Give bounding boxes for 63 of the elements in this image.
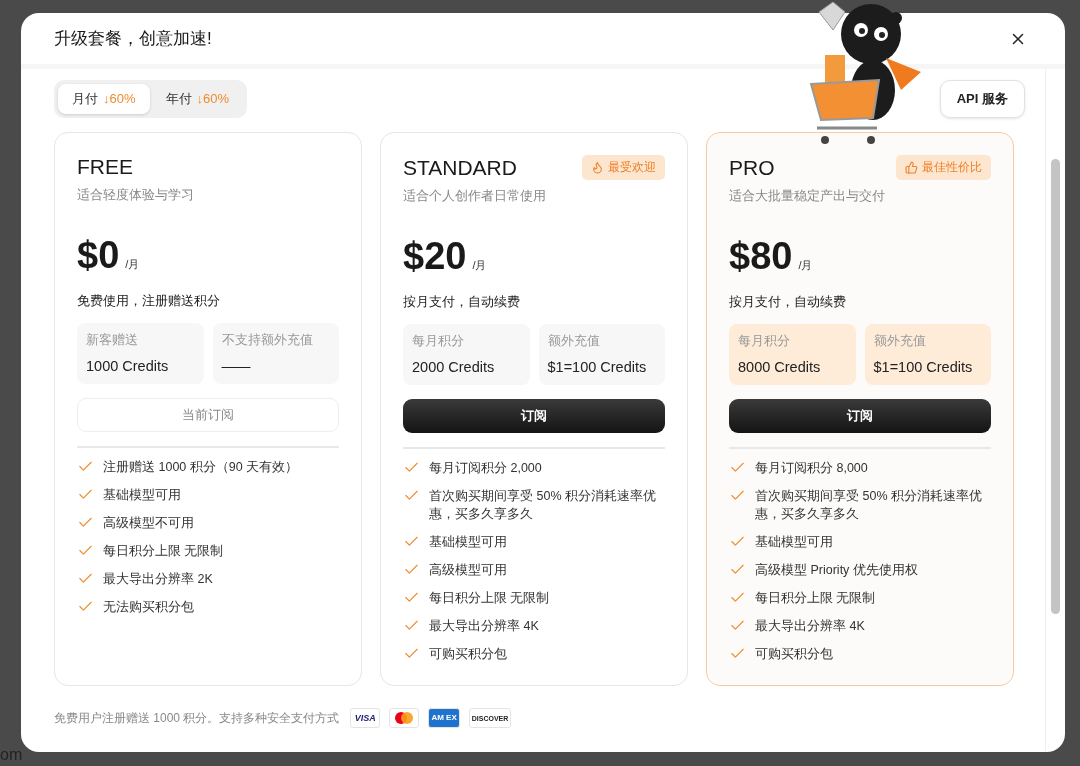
plan-subtitle: 适合个人创作者日常使用	[403, 188, 547, 205]
feature-text: 最大导出分辨率 4K	[429, 618, 539, 635]
subscribe-button[interactable]: 订阅	[403, 399, 665, 433]
stat-label: 不支持额外充值	[221, 332, 314, 349]
footer-text: 免费用户注册赠送 1000 积分。支持多种安全支付方式	[54, 709, 340, 727]
stat-value: ——	[221, 358, 252, 374]
billing-note: 免费使用，注册赠送积分	[77, 293, 221, 310]
price-period: /月	[125, 257, 140, 272]
price-period: /月	[798, 258, 813, 273]
plan-price: $20	[403, 235, 467, 278]
feature-text: 最大导出分辨率 4K	[755, 618, 865, 635]
stat-value: 1000 Credits	[86, 358, 170, 374]
feature-text: 可购买积分包	[429, 646, 507, 663]
stat-value: 8000 Credits	[738, 359, 822, 375]
feature-text: 每月订阅积分 2,000	[429, 460, 542, 477]
billing-tab[interactable]: 月付 ↓60%	[58, 84, 150, 114]
subscribe-button[interactable]: 订阅	[729, 399, 991, 433]
badge-label: 最受欢迎	[608, 159, 656, 176]
stat-label: 每月积分	[738, 333, 791, 350]
visa-logo: VISA	[350, 708, 381, 728]
thumbs-up-icon	[905, 161, 918, 174]
feature-text: 基础模型可用	[429, 534, 507, 551]
stat-value: $1=100 Credits	[873, 359, 974, 375]
amex-logo: AM EX	[428, 708, 460, 728]
billing-note: 按月支付，自动续费	[729, 294, 847, 311]
stat-label: 额外充值	[547, 333, 601, 350]
feature-text: 基础模型可用	[755, 534, 833, 551]
feature-text: 首次购买期间享受 50% 积分消耗速率优惠，买多久享多久	[755, 488, 983, 523]
feature-text: 高级模型不可用	[103, 515, 194, 532]
plan-price: $0	[77, 234, 120, 277]
dialog-title: 升级套餐，创意加速!	[54, 28, 212, 50]
feature-text: 注册赠送 1000 积分（90 天有效）	[103, 459, 299, 476]
feature-text: 高级模型可用	[429, 562, 507, 579]
plan-subtitle: 适合轻度体验与学习	[77, 187, 195, 204]
stat-label: 每月积分	[412, 333, 465, 350]
feature-text: 每日积分上限 无限制	[103, 543, 224, 560]
scrollbar-thumb[interactable]	[1051, 159, 1060, 614]
feature-text: 每日积分上限 无限制	[755, 590, 876, 607]
feature-text: 每月订阅积分 8,000	[755, 460, 868, 477]
feature-text: 无法购买积分包	[103, 599, 194, 616]
plan-name: STANDARD	[403, 155, 517, 180]
feature-text: 每日积分上限 无限制	[429, 590, 550, 607]
feature-text: 高级模型 Priority 优先使用权	[755, 562, 918, 579]
plan-name: PRO	[729, 155, 775, 180]
feature-text: 首次购买期间享受 50% 积分消耗速率优惠，买多久享多久	[429, 488, 657, 523]
flame-icon	[591, 161, 604, 174]
badge-label: 最佳性价比	[922, 159, 982, 176]
stat-label: 额外充值	[873, 333, 927, 350]
mastercard-logo	[389, 708, 420, 728]
stat-value: 2000 Credits	[412, 359, 496, 375]
plan-price: $80	[729, 235, 793, 278]
feature-text: 基础模型可用	[103, 487, 181, 504]
billing-note: 按月支付，自动续费	[403, 294, 521, 311]
feature-text: 最大导出分辨率 2K	[103, 571, 213, 588]
api-button[interactable]: API 服务	[939, 80, 1025, 118]
current-plan-button[interactable]: 当前订阅	[77, 398, 339, 432]
stat-label: 新客赠送	[86, 332, 139, 349]
price-period: /月	[472, 258, 487, 273]
billing-tab[interactable]: 年付 ↓60%	[151, 84, 244, 114]
plan-subtitle: 适合大批量稳定产出与交付	[729, 188, 886, 205]
stat-value: $1=100 Credits	[547, 359, 648, 375]
feature-text: 可购买积分包	[755, 646, 833, 663]
plan-name: FREE	[77, 155, 133, 179]
